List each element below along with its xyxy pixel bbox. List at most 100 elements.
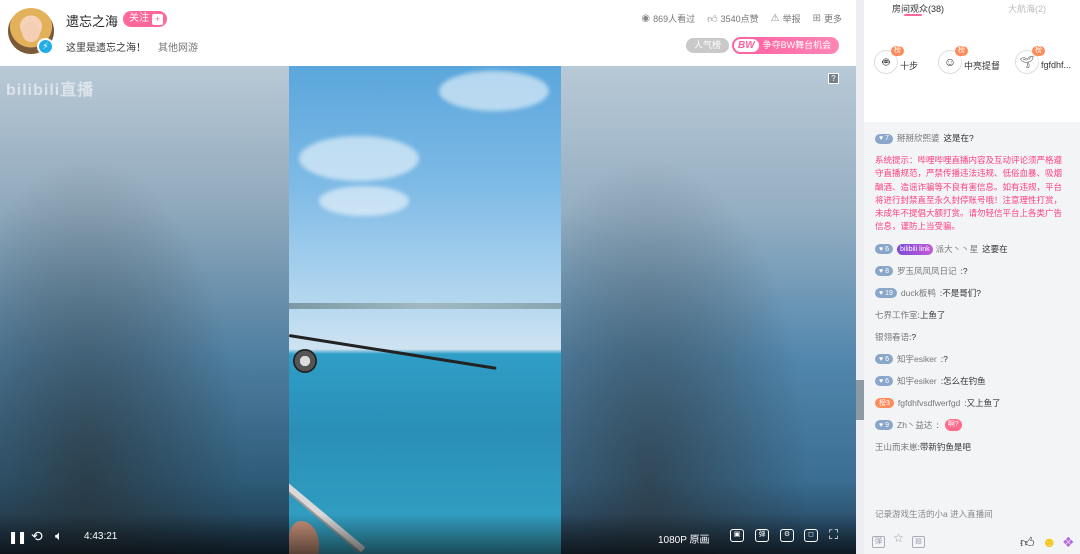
camera-icon[interactable]: ▤ <box>912 536 925 548</box>
fullscreen-icon[interactable]: ⛶ <box>829 527 838 543</box>
cloud <box>299 136 419 181</box>
eye-icon: ◉ <box>641 13 651 24</box>
tab-captains[interactable]: 大航海(2) <box>1008 2 1046 15</box>
fishing-rod <box>289 334 497 370</box>
room-title: 这里是遗忘之海！ <box>66 43 146 54</box>
chat-text: :又上鱼了 <box>964 397 1001 408</box>
like-emoji-icon[interactable]: 👍︎ <box>1020 534 1035 551</box>
level-badge: ♥ 6 <box>875 244 894 255</box>
chat-message: ♥ 9 Zh丶益达 : 啊? <box>875 419 1070 432</box>
thumbs-up-icon: 👍︎ <box>707 13 718 25</box>
danmaku-list[interactable]: ♥ 7 掰掰欣熙婆 这是在? 系统提示：哔哩哔哩直播内容及互动评论须严格遵守直播… <box>864 122 1080 502</box>
chat-text: :带新钓鱼是吧 <box>917 441 971 452</box>
cloud <box>319 186 409 216</box>
bubble-emoji-icon[interactable]: ❖ <box>1062 534 1075 551</box>
viewer-name: 中亮提督 <box>964 60 1001 71</box>
chat-username[interactable]: 派大丶丶星 <box>936 243 979 256</box>
pip-icon[interactable]: ▣ <box>730 529 744 542</box>
hot-rank-badge[interactable]: 人气榜 <box>686 38 730 53</box>
chat-username[interactable]: 掰掰欣熙婆 <box>897 132 940 145</box>
report-button[interactable]: ⚠ 举报 <box>771 12 801 25</box>
danmaku-style-icon[interactable]: 弹 <box>872 536 885 548</box>
chat-text: :怎么在钓鱼 <box>940 375 986 386</box>
rank-badge: 榜2 <box>955 46 968 64</box>
follow-button[interactable]: 关注 + <box>123 11 167 27</box>
plus-icon: + <box>152 13 163 25</box>
warning-icon: ⚠ <box>770 13 780 24</box>
chat-message: 王山而末崽 :带新钓鱼是吧 <box>875 441 1070 454</box>
chat-message: 榜3 fgfdhfvsdfwerfgd :又上鱼了 <box>875 397 1070 410</box>
room-category-link[interactable]: 其他网游 <box>158 39 198 54</box>
fishing-reel <box>293 349 317 373</box>
chat-text: 这是在? <box>943 133 974 143</box>
level-badge: ♥ 7 <box>875 133 894 144</box>
danmaku-toggle-icon[interactable]: 弹 <box>755 529 769 542</box>
rank-badge: 榜1 <box>891 46 904 64</box>
bw-stage-badge[interactable]: BW 争夺BW舞台机会 <box>732 37 840 54</box>
chat-username[interactable]: fgfdhfvsdfwerfgd <box>898 397 960 410</box>
danmaku-settings-icon[interactable]: ⚙ <box>780 529 794 542</box>
report-label: 举报 <box>782 14 801 24</box>
side-tabs: 房间观众(38) 大航海(2) <box>864 0 1080 16</box>
chat-text: :不是哥们? <box>939 287 981 298</box>
video-player[interactable]: bilibili直播 ? ❚❚ ⟲ 🔈︎ 4:43:21 1080P 原画 ▣ … <box>0 66 856 554</box>
smile-emoji-icon[interactable]: ☻ <box>1042 534 1057 550</box>
chat-text: : <box>936 419 939 430</box>
bw-text: 争夺BW舞台机会 <box>762 40 832 50</box>
chat-text: :上鱼了 <box>917 309 946 320</box>
refresh-icon[interactable]: ⟲ <box>31 528 43 545</box>
system-notice: 系统提示：哔哩哔哩直播内容及互动评论须严格遵守直播规范，严禁传播违法违规、低俗血… <box>875 155 1063 232</box>
chat-message: 银翎春语 :? <box>875 331 1070 344</box>
chat-message: ♥ 19 duck板鸭 :不是哥们? <box>875 287 1070 300</box>
chat-message: ♥ 6 知宇esiker :? <box>875 353 1070 366</box>
chat-username[interactable]: 罗玉凤凤凤日记 <box>897 265 957 278</box>
chat-username[interactable]: 七界工作室 <box>875 309 918 322</box>
viewer-name: 十步 <box>900 60 919 71</box>
chat-text: 这要在 <box>982 243 1008 254</box>
fan-badge: bilibili link <box>897 243 933 255</box>
top-viewer-1[interactable]: 🤖︎ 榜1 十步 <box>874 46 919 74</box>
blurred-backdrop-right <box>561 66 856 554</box>
chat-username[interactable]: duck板鸭 <box>901 287 936 300</box>
video-frame <box>289 66 561 554</box>
chat-username[interactable]: Zh丶益达 <box>897 419 932 432</box>
top-viewer-2[interactable]: ☺ 榜2 中亮提督 <box>938 46 1001 74</box>
top-viewers: 🤖︎ 榜1 十步 ☺ 榜2 中亮提督 🌱︎ 榜3 fgfdhf... <box>864 16 1080 122</box>
room-stats: ◉ 869人看过 👍︎ 3540点赞 ⚠ 举报 ⊞ 更多 <box>641 12 842 25</box>
top-viewer-3[interactable]: 🌱︎ 榜3 fgfdhf... <box>1015 46 1072 74</box>
rank-badge: 榜3 <box>875 398 894 409</box>
bilibili-watermark: bilibili直播 <box>6 82 95 99</box>
player-controls: ❚❚ ⟲ 🔈︎ 4:43:21 1080P 原画 ▣ 弹 ⚙ ◻ ⛶ <box>0 514 856 554</box>
like-button[interactable]: 👍︎ 3540点赞 <box>707 12 758 25</box>
chat-username[interactable]: 王山而末崽 <box>875 441 918 454</box>
chat-message: 七界工作室 :上鱼了 <box>875 309 1070 322</box>
level-badge: ♥ 19 <box>875 288 897 299</box>
web-fullscreen-icon[interactable]: ◻ <box>804 529 818 542</box>
room-header: ⚡ 遗忘之海 关注 + 这里是遗忘之海！ 其他网游 ◉ 869人看过 👍︎ 35… <box>0 0 856 66</box>
level-badge: ♥ 9 <box>875 420 894 431</box>
views-stat: ◉ 869人看过 <box>641 12 695 25</box>
gift-icon[interactable]: ☆ <box>892 532 905 546</box>
viewer-name: fgfdhf... <box>1041 60 1072 70</box>
chat-text: :? <box>909 331 917 342</box>
live-time: 4:43:21 <box>84 531 118 542</box>
cloud <box>439 71 549 111</box>
views-count: 869人看过 <box>653 14 696 24</box>
chat-username[interactable]: 知宇esiker <box>897 375 937 388</box>
lightning-icon: ⚡ <box>37 38 54 55</box>
chat-username[interactable]: 知宇esiker <box>897 353 937 366</box>
enter-room-notice: 记录游戏生活的小a 进入直播间 <box>875 509 993 519</box>
chat-username[interactable]: 银翎春语 <box>875 331 909 344</box>
level-badge: ♥ 8 <box>875 266 894 277</box>
quality-selector[interactable]: 1080P 原画 <box>658 531 710 546</box>
help-icon[interactable]: ? <box>828 73 839 84</box>
chat-message: ♥ 8 罗玉凤凤凤日记 :? <box>875 265 1070 278</box>
more-grid-icon: ⊞ <box>812 13 821 24</box>
pause-icon[interactable]: ❚❚ <box>8 530 27 544</box>
more-button[interactable]: ⊞ 更多 <box>813 12 842 25</box>
streamer-name[interactable]: 遗忘之海 <box>66 11 118 30</box>
distant-shore <box>289 303 561 309</box>
chat-text: :? <box>940 353 948 364</box>
volume-icon[interactable]: 🔈︎ <box>55 528 63 544</box>
rank-badge: 榜3 <box>1032 46 1045 64</box>
